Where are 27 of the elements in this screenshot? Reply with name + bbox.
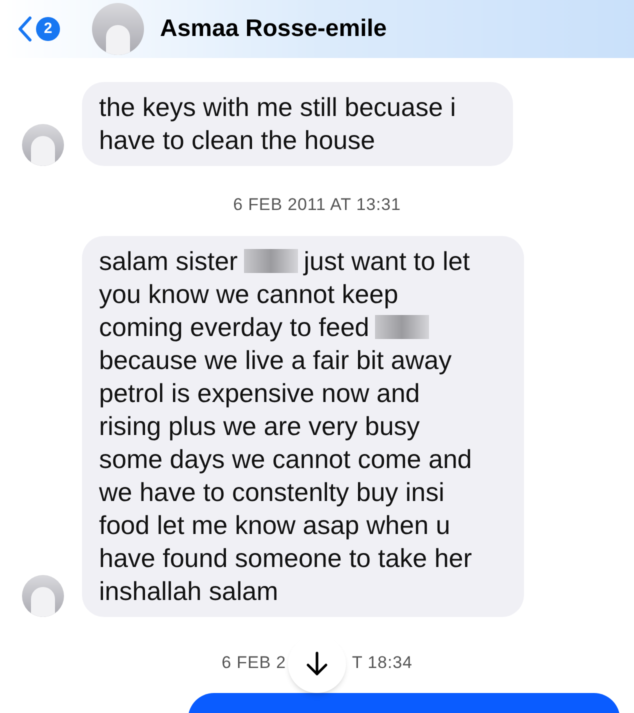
avatar[interactable] <box>22 574 64 616</box>
message-text: food let me know asap when u <box>99 508 450 542</box>
pixelated-redaction <box>375 315 430 339</box>
timestamp: 6 FEB 2011 AT 13:31 <box>233 194 401 216</box>
message-text: because we live a fair bit away <box>99 344 452 376</box>
back-chevron-icon <box>18 16 32 42</box>
pixelated-redaction <box>244 249 298 273</box>
scroll-down-button[interactable] <box>288 634 346 692</box>
message-text: some days we cannot come and <box>99 442 472 476</box>
avatar[interactable] <box>92 3 144 55</box>
message-text: coming everday to feed <box>99 310 370 344</box>
contact-name: Asmaa Rosse-emile <box>160 14 387 44</box>
timestamp: T 18:34 <box>352 652 412 674</box>
message-text: inshallah salam <box>99 574 278 608</box>
message-text: we have to constenlty buy insi <box>99 476 444 508</box>
message-text: the keys with me still becuase i have to clean the house <box>99 92 456 155</box>
message-text: have found someone to take her <box>99 542 472 574</box>
message-text: petrol is expensive now and <box>99 376 420 410</box>
back-button[interactable]: 2 <box>18 16 60 42</box>
message-text: salam sister <box>99 244 238 278</box>
timestamp: 6 FEB 2 <box>222 652 286 674</box>
avatar[interactable] <box>22 124 64 166</box>
unread-badge: 2 <box>36 17 60 41</box>
down-arrow-icon <box>306 650 328 676</box>
message-text: just want to let <box>304 244 470 278</box>
message-text: rising plus we are very busy <box>99 410 420 442</box>
message-text: you know we cannot keep <box>99 278 398 310</box>
